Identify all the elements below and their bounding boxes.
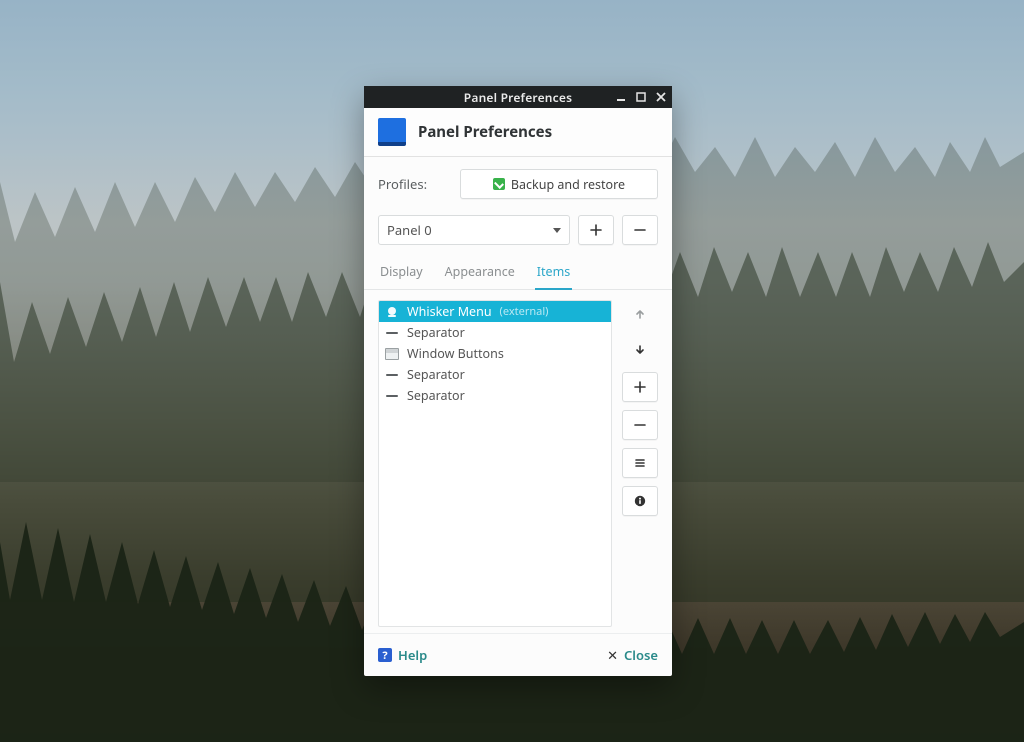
tab-display[interactable]: Display [378,259,425,289]
items-area: Whisker Menu (external) Separator Window… [364,290,672,633]
plus-icon [633,380,647,394]
plus-icon [589,223,603,237]
window-maximize-button[interactable] [634,90,648,104]
separator-icon [385,326,399,340]
minus-icon [633,223,647,237]
window-titlebar[interactable]: Panel Preferences [364,86,672,108]
panel-selector-combobox[interactable]: Panel 0 [378,215,570,245]
move-item-down-button[interactable] [622,336,658,364]
properties-icon [633,456,647,470]
chevron-down-icon [553,228,561,233]
panel-icon [378,118,406,146]
backup-restore-label: Backup and restore [511,176,625,193]
item-actions [622,300,658,627]
panel-preferences-window: Panel Preferences Panel Preferences Prof… [364,86,672,676]
window-buttons-icon [385,347,399,361]
items-list[interactable]: Whisker Menu (external) Separator Window… [378,300,612,627]
add-panel-button[interactable] [578,215,614,245]
help-icon: ? [378,648,392,662]
close-button[interactable]: ✕ Close [607,646,658,664]
backup-icon [493,178,505,190]
info-icon [633,494,647,508]
separator-icon [385,389,399,403]
list-item[interactable]: Window Buttons [379,343,611,364]
arrow-down-icon [633,343,647,357]
window-minimize-button[interactable] [614,90,628,104]
help-label: Help [398,646,427,664]
arrow-up-icon [633,307,647,321]
item-about-button[interactable] [622,486,658,516]
minus-icon [633,418,647,432]
whisker-menu-icon [385,305,399,319]
backup-restore-button[interactable]: Backup and restore [460,169,658,199]
item-properties-button[interactable] [622,448,658,478]
list-item-label: Separator [407,366,465,383]
window-title: Panel Preferences [464,89,572,106]
list-item-hint: (external) [500,304,549,319]
list-item[interactable]: Separator [379,385,611,406]
remove-panel-button[interactable] [622,215,658,245]
close-icon: ✕ [607,646,618,664]
tab-items[interactable]: Items [535,259,572,290]
tab-appearance[interactable]: Appearance [443,259,517,289]
help-button[interactable]: ? Help [378,646,427,664]
list-item-label: Separator [407,387,465,404]
list-item[interactable]: Whisker Menu (external) [379,301,611,322]
remove-item-button[interactable] [622,410,658,440]
dialog-title: Panel Preferences [418,122,552,142]
panel-selector-row: Panel 0 [364,209,672,253]
profiles-label: Profiles: [378,175,448,193]
separator-icon [385,368,399,382]
list-item-label: Separator [407,324,465,341]
list-item-label: Whisker Menu [407,303,492,320]
tabs: Display Appearance Items [364,253,672,290]
dialog-footer: ? Help ✕ Close [364,633,672,676]
move-item-up-button[interactable] [622,300,658,328]
dialog-header: Panel Preferences [364,108,672,157]
panel-selector-value: Panel 0 [387,221,432,239]
add-item-button[interactable] [622,372,658,402]
close-label: Close [624,646,658,664]
list-item[interactable]: Separator [379,322,611,343]
list-item[interactable]: Separator [379,364,611,385]
window-close-button[interactable] [654,90,668,104]
profiles-row: Profiles: Backup and restore [364,157,672,209]
list-item-label: Window Buttons [407,345,504,362]
